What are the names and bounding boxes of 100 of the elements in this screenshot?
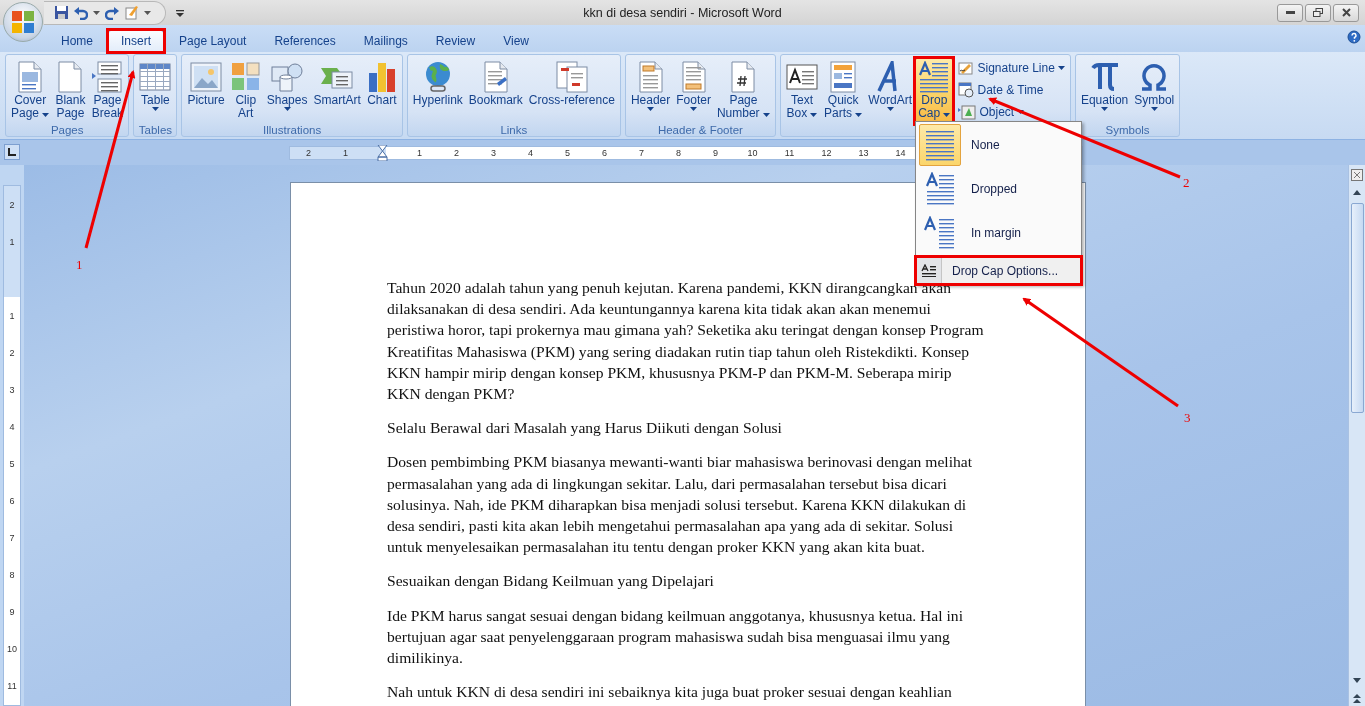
highlight-frame <box>106 28 167 54</box>
ribbon-button[interactable]: Table <box>136 58 175 124</box>
restore-icon <box>1313 8 1323 17</box>
ruler-number: 5 <box>565 146 570 159</box>
ruler-number: 6 <box>602 146 607 159</box>
close-button[interactable] <box>1333 3 1359 22</box>
ribbon-button[interactable]: Footer <box>673 58 714 124</box>
text-box-icon <box>785 62 818 92</box>
table-icon <box>139 63 172 91</box>
caret-icon <box>144 10 151 15</box>
caret-icon <box>1150 107 1158 111</box>
left-tab-icon <box>8 148 16 156</box>
document-paragraph: Selalu Berawal dari Masalah yang Harus Diikuti dengan Solusi <box>387 418 783 439</box>
annotation-number: 1 <box>76 257 83 273</box>
customize-toolbar-icon[interactable] <box>176 8 184 17</box>
ruler-number: 1 <box>9 309 15 322</box>
caret-icon <box>943 113 951 117</box>
ruler-number: 2 <box>306 146 311 159</box>
ribbon-tab[interactable]: Page Layout <box>166 30 260 51</box>
ribbon-tab[interactable]: Insert <box>108 30 165 51</box>
drop-cap-option-icon <box>924 172 956 206</box>
calendar-clock-icon <box>958 82 975 98</box>
ribbon-button[interactable]: WordArt <box>865 58 916 124</box>
ribbon-button[interactable]: Picture <box>184 58 228 124</box>
ruler-number: 7 <box>9 531 15 544</box>
annotation-number: 3 <box>1184 410 1191 426</box>
ruler-number: 11 <box>7 679 17 692</box>
down-arrow-icon <box>1353 678 1361 683</box>
tab-stop-selector[interactable] <box>4 144 20 160</box>
ruler-number: 1 <box>9 235 15 248</box>
ribbon-button[interactable]: Clip Art <box>227 58 264 124</box>
office-logo-icon <box>11 10 35 34</box>
help-icon[interactable] <box>1347 30 1361 44</box>
ruler-number: 2 <box>9 198 15 211</box>
menu-item[interactable]: Dropped <box>917 167 1080 211</box>
minimize-button[interactable] <box>1277 3 1303 22</box>
ribbon-tab[interactable]: Mailings <box>350 30 421 51</box>
ribbon-tab[interactable]: Review <box>422 30 489 51</box>
ribbon-button[interactable]: Header <box>627 58 674 124</box>
ribbon-button[interactable]: Page Number <box>713 58 773 124</box>
shapes-icon <box>271 61 304 93</box>
ribbon-tab[interactable]: Home <box>48 30 106 51</box>
ribbon-button[interactable]: Bookmark <box>465 58 526 124</box>
chart-icon <box>366 61 397 93</box>
caret-icon <box>283 107 291 111</box>
ribbon-button[interactable]: Cross-reference <box>525 58 618 124</box>
group-label: Header & Footer <box>657 124 743 136</box>
redo-icon[interactable] <box>105 5 119 20</box>
group-label: Pages <box>50 124 84 136</box>
ribbon-button[interactable]: Object <box>955 102 1068 122</box>
scroll-thumb[interactable] <box>1350 203 1364 413</box>
header-icon <box>637 61 664 93</box>
blank-page-icon <box>57 61 84 93</box>
ruler-number: 8 <box>9 568 15 581</box>
indent-marker-icon[interactable] <box>377 144 388 161</box>
minimize-icon <box>1285 11 1295 14</box>
ribbon-button[interactable]: Signature Line <box>955 58 1068 78</box>
ribbon-button[interactable]: Chart <box>363 58 400 124</box>
view-ruler-button[interactable] <box>1349 167 1365 182</box>
menu-item[interactable]: In margin <box>917 211 1080 255</box>
undo-icon[interactable] <box>74 5 88 20</box>
bookmark-icon <box>482 61 509 93</box>
ribbon-button[interactable]: Equation <box>1077 58 1132 124</box>
save-icon[interactable] <box>54 5 69 20</box>
caret-icon <box>1017 110 1025 114</box>
caret-icon <box>151 107 159 111</box>
ruler-number: 11 <box>784 146 795 159</box>
ruler-number: 9 <box>713 146 718 159</box>
ruler-number: 3 <box>491 146 496 159</box>
ribbon-button[interactable]: Text Box <box>782 58 821 124</box>
vertical-ruler[interactable]: 2 1 1 2 3 4 5 6 7 8 9 10 11 <box>3 185 21 706</box>
ribbon-button[interactable]: Cover Page <box>8 58 53 124</box>
ribbon-button[interactable]: Blank Page <box>52 58 89 124</box>
ribbon-button[interactable]: Shapes <box>263 58 311 124</box>
ruler-number: 1 <box>417 146 422 159</box>
group-label: Symbols <box>1105 124 1150 136</box>
ruler-number: 9 <box>9 605 15 618</box>
ribbon-tab[interactable]: References <box>261 30 349 51</box>
ribbon-button[interactable]: Quick Parts <box>820 58 866 124</box>
caret-icon <box>42 113 50 117</box>
page-number-icon <box>730 61 757 93</box>
document-paragraph: Nah untuk KKN di desa sendiri ini sebaiknya kita juga buat proker sesuai dengan keahlian <box>387 682 953 703</box>
ruler-number: 7 <box>639 146 644 159</box>
restore-button[interactable] <box>1305 3 1331 22</box>
ribbon-button[interactable]: Date & Time <box>955 80 1068 100</box>
caret-icon <box>1057 66 1065 70</box>
close-icon <box>1341 8 1351 17</box>
ribbon-button[interactable]: SmartArt <box>310 58 364 124</box>
caret-icon <box>690 107 698 111</box>
caret-icon <box>762 113 770 117</box>
page-break-icon <box>91 61 124 93</box>
cover-page-icon <box>17 61 44 93</box>
ribbon-button[interactable]: Drop Cap <box>915 58 954 124</box>
ribbon-button[interactable]: Hyperlink <box>409 58 466 124</box>
signature-pen-icon <box>958 60 975 76</box>
menu-item[interactable]: Drop Cap Options... <box>917 257 1080 283</box>
ribbon-tab[interactable]: View <box>490 30 542 51</box>
ribbon-button[interactable]: Symbol <box>1131 58 1178 124</box>
ruler-number: 6 <box>9 494 15 507</box>
group-label: Links <box>500 124 528 136</box>
